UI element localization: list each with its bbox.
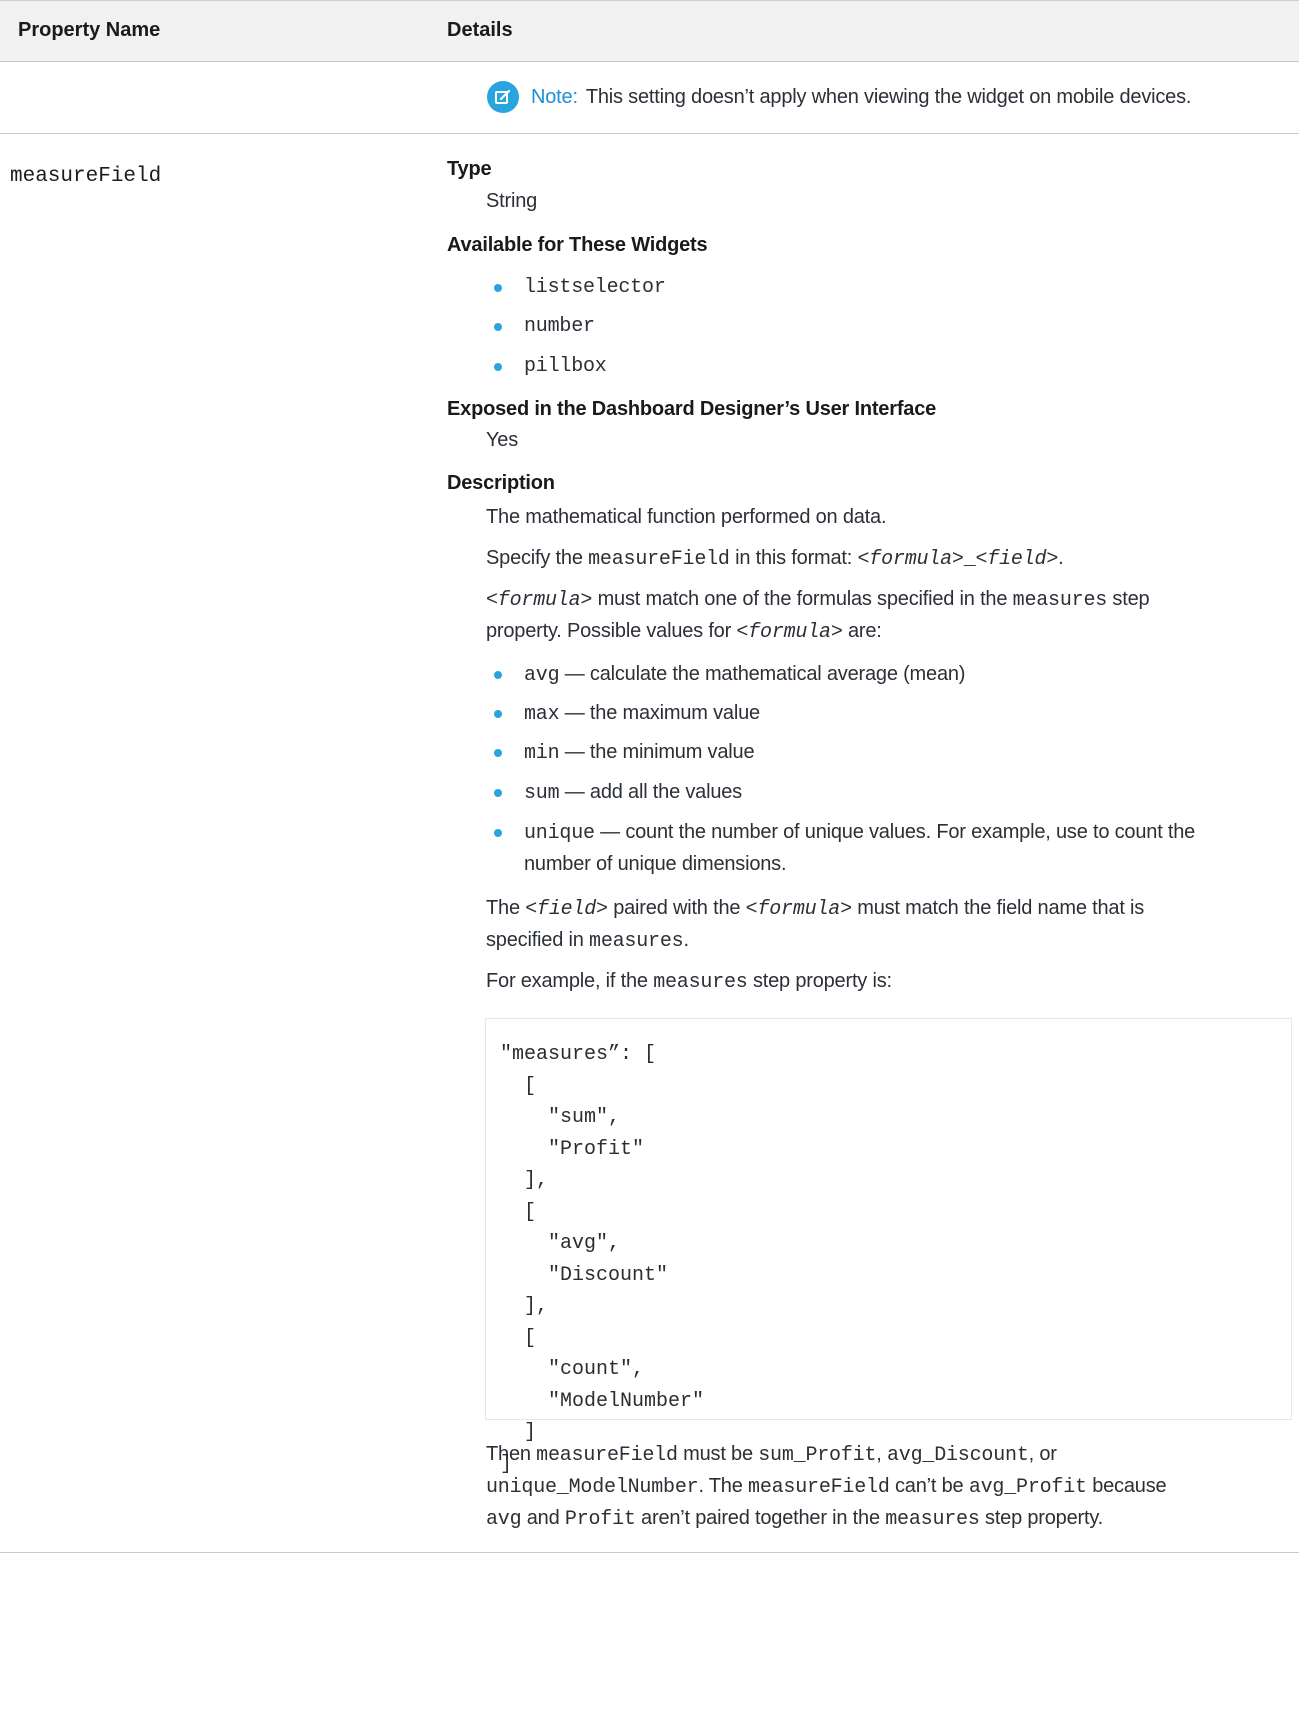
- type-value: String: [486, 190, 538, 212]
- description-heading: Description: [447, 472, 555, 494]
- description-paragraph: unique_ModelNumber. The measureField can…: [486, 1475, 1167, 1499]
- code-block-content: "measures”: [ [ "sum", "Profit" ], [ "av…: [500, 1043, 705, 1476]
- widget-item: number: [524, 315, 595, 338]
- list-item: avg — calculate the mathematical average…: [524, 663, 966, 687]
- list-item: min — the minimum value: [524, 741, 755, 765]
- description-paragraph: avg and Profit aren’t paired together in…: [486, 1507, 1104, 1531]
- description-paragraph: Specify the measureField in this format:…: [486, 547, 1064, 571]
- description-paragraph: The mathematical function performed on d…: [486, 506, 887, 528]
- property-name-cell: measureField: [10, 165, 162, 188]
- exposed-value: Yes: [486, 429, 519, 451]
- row-divider: [0, 1552, 1299, 1553]
- description-paragraph: For example, if the measures step proper…: [486, 970, 892, 994]
- widget-item: pillbox: [524, 355, 607, 378]
- description-paragraph: property. Possible values for <formula> …: [486, 620, 882, 644]
- widget-item: listselector: [524, 276, 666, 299]
- row-divider: [0, 133, 1299, 134]
- description-paragraph: The <field> paired with the <formula> mu…: [486, 897, 1145, 921]
- widgets-heading: Available for These Widgets: [447, 234, 708, 256]
- description-paragraph: <formula> must match one of the formulas…: [486, 588, 1150, 612]
- bullet-icon: [494, 284, 502, 292]
- column-header-details: Details: [447, 19, 513, 41]
- list-item: sum — add all the values: [524, 781, 742, 805]
- code-block: "measures”: [ [ "sum", "Profit" ], [ "av…: [485, 1018, 1292, 1476]
- bullet-icon: [494, 789, 502, 797]
- list-item: max — the maximum value: [524, 702, 760, 726]
- edit-note-icon: [487, 81, 519, 113]
- exposed-heading: Exposed in the Dashboard Designer’s User…: [447, 398, 937, 420]
- column-header-property-name: Property Name: [18, 19, 161, 41]
- bullet-icon: [494, 829, 502, 837]
- note-callout: Note: This setting doesn’t apply when vi…: [487, 80, 1287, 114]
- bullet-icon: [494, 323, 502, 331]
- type-heading: Type: [447, 158, 492, 180]
- description-paragraph: specified in measures.: [486, 929, 689, 953]
- bullet-icon: [494, 710, 502, 718]
- note-text: This setting doesn’t apply when viewing …: [585, 85, 1192, 108]
- bullet-icon: [494, 749, 502, 757]
- bullet-icon: [494, 671, 502, 679]
- description-paragraph: Then measureField must be sum_Profit, av…: [486, 1443, 1057, 1467]
- list-item-continuation: number of unique dimensions.: [524, 853, 787, 875]
- table-header-row: Property Name Details: [0, 0, 1299, 62]
- bullet-icon: [494, 363, 502, 371]
- list-item: unique — count the number of unique valu…: [524, 821, 1196, 845]
- note-label: Note:: [531, 85, 578, 108]
